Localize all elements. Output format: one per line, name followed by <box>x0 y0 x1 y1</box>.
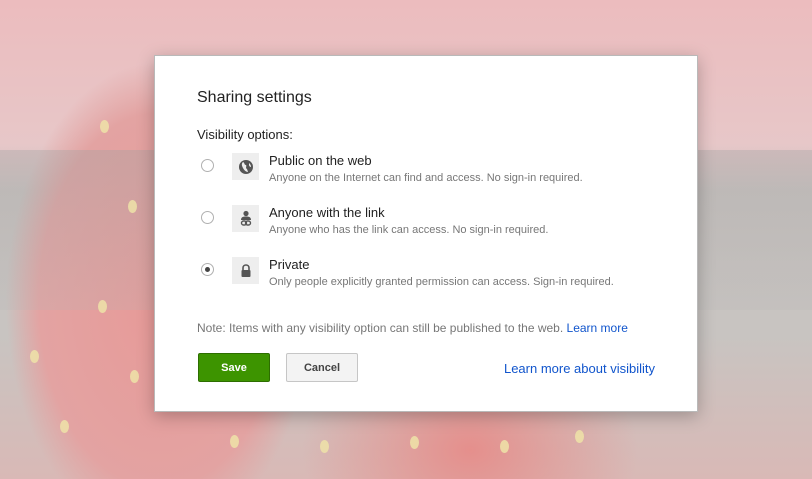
background-seed <box>130 370 139 383</box>
option-title: Anyone with the link <box>269 205 385 220</box>
cancel-button[interactable]: Cancel <box>286 353 358 382</box>
visibility-note: Note: Items with any visibility option c… <box>197 321 628 335</box>
option-anyone-with-link[interactable]: Anyone with the link Anyone who has the … <box>201 205 661 245</box>
background-seed <box>320 440 329 453</box>
option-private[interactable]: Private Only people explicitly granted p… <box>201 257 661 297</box>
lock-icon <box>232 257 259 284</box>
background-seed <box>128 200 137 213</box>
option-public-on-web[interactable]: Public on the web Anyone on the Internet… <box>201 153 661 193</box>
option-description: Anyone who has the link can access. No s… <box>269 224 549 236</box>
note-text: Note: Items with any visibility option c… <box>197 321 564 335</box>
background-seed <box>100 120 109 133</box>
public-radio[interactable] <box>201 159 214 172</box>
learn-more-link[interactable]: Learn more <box>567 321 628 335</box>
dialog-title: Sharing settings <box>197 89 312 106</box>
option-title: Public on the web <box>269 153 372 168</box>
learn-more-about-visibility-link[interactable]: Learn more about visibility <box>504 361 655 376</box>
visibility-options-label: Visibility options: <box>197 127 293 142</box>
globe-icon <box>232 153 259 180</box>
background-seed <box>30 350 39 363</box>
background-seed <box>230 435 239 448</box>
sharing-settings-dialog: Sharing settings Visibility options: Pub… <box>154 55 698 412</box>
person-link-icon <box>232 205 259 232</box>
save-button[interactable]: Save <box>198 353 270 382</box>
private-radio[interactable] <box>201 263 214 276</box>
option-description: Only people explicitly granted permissio… <box>269 276 614 288</box>
option-title: Private <box>269 257 310 272</box>
link-radio[interactable] <box>201 211 214 224</box>
background-seed <box>575 430 584 443</box>
background-seed <box>60 420 69 433</box>
background-seed <box>98 300 107 313</box>
background-seed <box>410 436 419 449</box>
background-seed <box>500 440 509 453</box>
option-description: Anyone on the Internet can find and acce… <box>269 172 583 184</box>
